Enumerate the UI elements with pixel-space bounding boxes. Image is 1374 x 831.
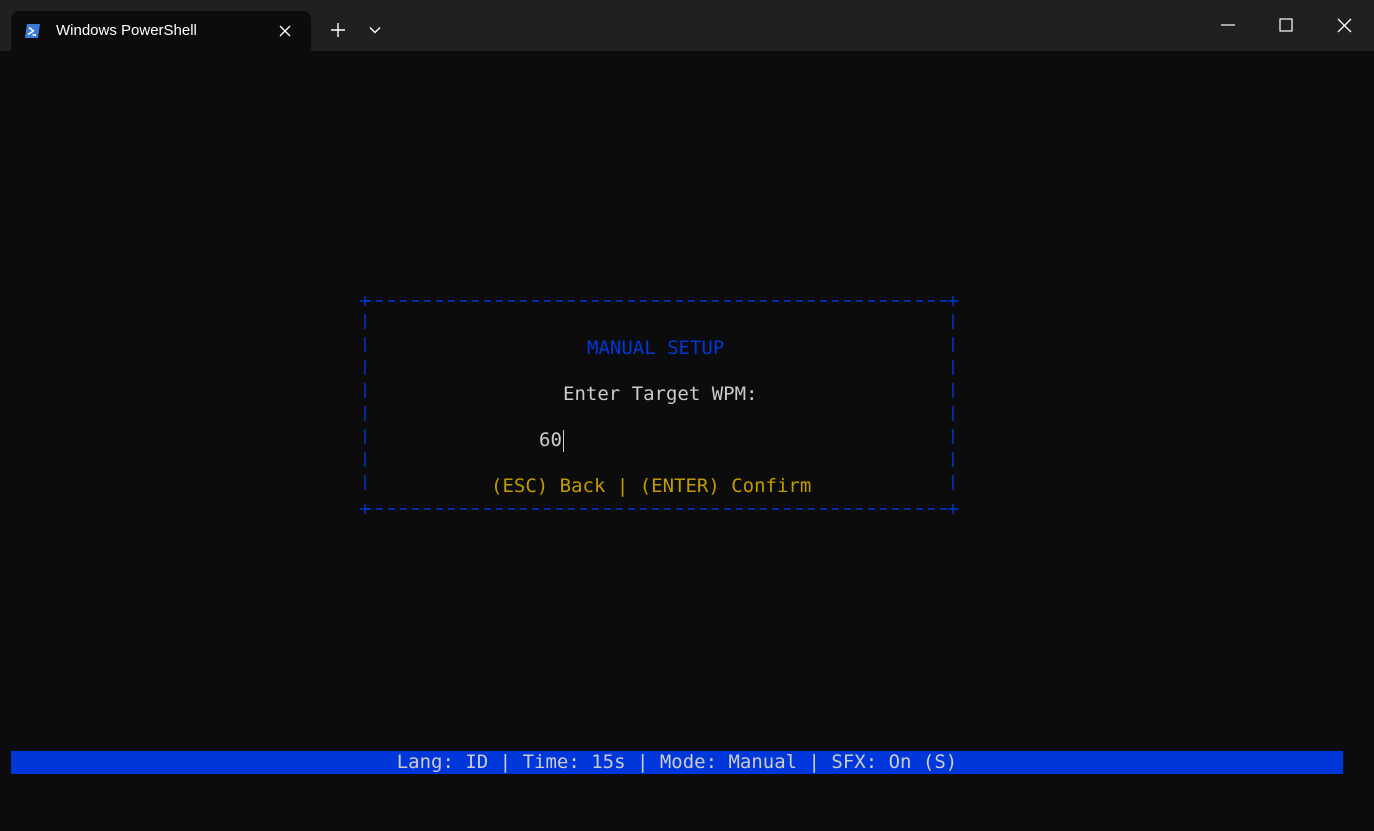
title-bar: Windows PowerShell [0,0,1374,51]
window-close-button[interactable] [1329,10,1359,40]
powershell-icon [24,23,41,39]
tab-dropdown-button[interactable] [362,17,388,43]
status-bar: Lang: ID | Time: 15s | Mode: Manual | SF… [11,751,1343,774]
new-tab-button[interactable] [325,17,351,43]
status-bar-text: Lang: ID | Time: 15s | Mode: Manual | SF… [396,751,958,773]
minimize-icon [1221,24,1235,26]
tab-powershell[interactable]: Windows PowerShell [11,11,311,51]
close-tab-button[interactable] [275,21,295,41]
wpm-input-value: 60 [539,429,562,451]
terminal-area[interactable]: MANUAL SETUP Enter Target WPM: 60 (ESC) … [0,51,1374,831]
text-cursor [562,429,564,452]
close-icon [1337,18,1351,32]
tab-title: Windows PowerShell [56,22,197,39]
chevron-down-icon [369,27,381,34]
minimize-button[interactable] [1213,10,1243,40]
maximize-button[interactable] [1271,10,1301,40]
dialog-border [360,296,958,514]
maximize-icon [1279,18,1293,32]
dialog-title: MANUAL SETUP [587,337,725,359]
close-icon [279,25,291,37]
plus-icon [331,23,345,37]
wpm-input[interactable]: 60 [539,429,564,452]
wpm-prompt-label: Enter Target WPM: [563,383,758,405]
keyboard-hints: (ESC) Back | (ENTER) Confirm [491,475,812,497]
